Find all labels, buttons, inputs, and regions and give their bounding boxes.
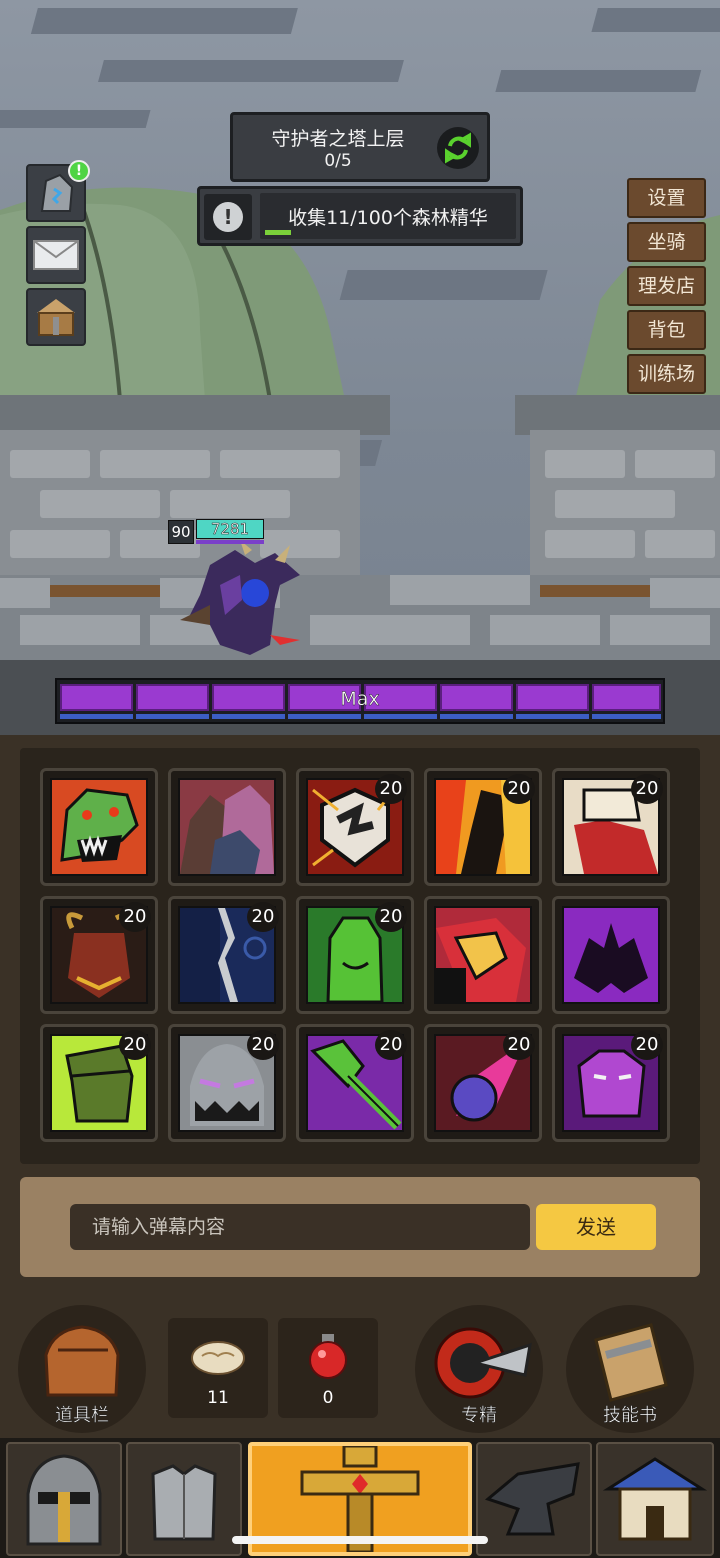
skill-slot-15[interactable]: 20	[552, 1024, 670, 1142]
skill-level-badge: 20	[119, 902, 151, 932]
mail-button[interactable]	[26, 226, 86, 284]
skill-slot-6[interactable]: 20	[40, 896, 158, 1014]
tab-shop[interactable]	[596, 1442, 714, 1556]
barber-shop-button[interactable]: 理发店	[627, 266, 706, 306]
skill-level-badge: 20	[631, 1030, 663, 1060]
skill-slot-8[interactable]: 20	[296, 896, 414, 1014]
tab-helmet[interactable]	[6, 1442, 122, 1556]
tower-quest-progress: 0/5	[324, 151, 352, 171]
bread-icon	[191, 1341, 245, 1375]
barrage-input[interactable]	[70, 1204, 530, 1250]
skill-slot-4[interactable]: 20	[424, 768, 542, 886]
home-indicator[interactable]	[232, 1536, 488, 1544]
skill-slot-2[interactable]	[168, 768, 286, 886]
collect-progress-bar	[265, 230, 291, 235]
skill-level-badge: 20	[247, 1030, 279, 1060]
purple-raven-skill-icon	[562, 906, 660, 1004]
skill-level-bar: Max	[55, 678, 665, 724]
tower-quest-panel[interactable]: 守护者之塔上层 0/5	[230, 112, 490, 182]
hero-level: 90	[168, 520, 194, 544]
shop-house-icon	[602, 1457, 708, 1541]
skill-level-badge: 20	[375, 774, 407, 804]
inventory-label: 道具栏	[55, 1405, 110, 1427]
chest-armor-icon	[151, 1464, 217, 1541]
specialize-label: 专精	[461, 1405, 498, 1427]
training-ground-button[interactable]: 训练场	[627, 354, 706, 394]
skillbook-button[interactable]: 技能书	[566, 1305, 694, 1433]
skill-level-badge: 20	[503, 774, 535, 804]
skill-slot-12[interactable]: 20	[168, 1024, 286, 1142]
anvil-icon	[484, 1462, 580, 1536]
skill-grid: 20 20 20 20 20 20 20 20 20 20 20	[20, 748, 700, 1164]
specialize-button[interactable]: 专精	[415, 1305, 543, 1433]
inventory-button[interactable]: 道具栏	[18, 1305, 146, 1433]
skill-slot-9[interactable]: 20	[424, 896, 542, 1014]
collect-quest-text: 收集11/100个森林精华	[288, 207, 488, 229]
bread-slot[interactable]: 11	[168, 1318, 268, 1418]
treasure-chest-icon	[37, 299, 75, 336]
skillbook-label: 技能书	[603, 1405, 658, 1427]
skill-level-badge: 20	[503, 1030, 535, 1060]
red-potion-icon	[309, 1334, 347, 1379]
skill-level-badge: 20	[375, 1030, 407, 1060]
potion-count: 0	[322, 1388, 334, 1408]
bread-count: 11	[207, 1388, 229, 1408]
notification-badge: !	[68, 160, 90, 182]
hero-hp: 7281	[196, 519, 264, 539]
helmet-icon	[26, 1454, 102, 1546]
skill-slot-11[interactable]: 20	[40, 1024, 158, 1142]
hooded-figures-skill-icon	[178, 778, 276, 876]
collect-quest-panel[interactable]: ! 收集11/100个森林精华	[197, 186, 523, 246]
tab-anvil[interactable]	[476, 1442, 592, 1556]
skill-level-badge: 20	[247, 902, 279, 932]
skill-slot-1[interactable]	[40, 768, 158, 886]
hero-mp-bar	[196, 540, 264, 544]
tower-quest-title: 守护者之塔上层	[271, 128, 405, 150]
skill-slot-10[interactable]: 20	[552, 896, 670, 1014]
potion-slot[interactable]: 0	[278, 1318, 378, 1418]
send-button[interactable]: 发送	[536, 1204, 656, 1250]
backpack-button[interactable]: 背包	[627, 310, 706, 350]
settings-button[interactable]: 设置	[627, 178, 706, 218]
mail-icon	[33, 240, 79, 270]
lizard-roar-skill-icon	[50, 778, 148, 876]
alert-symbol: !	[213, 202, 243, 232]
skill-level-badge: 20	[119, 1030, 151, 1060]
rune-stone-button[interactable]: !	[26, 160, 90, 222]
tab-armor[interactable]	[126, 1442, 242, 1556]
red-armor-skill-icon	[434, 906, 532, 1004]
skill-level-badge: 20	[375, 902, 407, 932]
mount-button[interactable]: 坐骑	[627, 222, 706, 262]
skill-slot-14[interactable]: 20	[424, 1024, 542, 1142]
skill-slot-13[interactable]: 20	[296, 1024, 414, 1142]
collect-quest-box: 收集11/100个森林精华	[260, 193, 516, 239]
barrage-bar: 发送	[20, 1177, 700, 1277]
game-scene: 守护者之塔上层 0/5 ! 收集11/100个森林精华 ! 设置 坐骑 理发店 …	[0, 0, 720, 735]
max-label: Max	[340, 688, 380, 710]
refresh-icon[interactable]	[437, 127, 479, 169]
castle-background	[0, 8, 720, 735]
skill-slot-3[interactable]: 20	[296, 768, 414, 886]
skill-level-badge: 20	[631, 774, 663, 804]
alert-icon[interactable]: !	[204, 194, 252, 240]
skill-slot-7[interactable]: 20	[168, 896, 286, 1014]
treasure-chest-button[interactable]	[26, 288, 86, 346]
skill-slot-5[interactable]: 20	[552, 768, 670, 886]
